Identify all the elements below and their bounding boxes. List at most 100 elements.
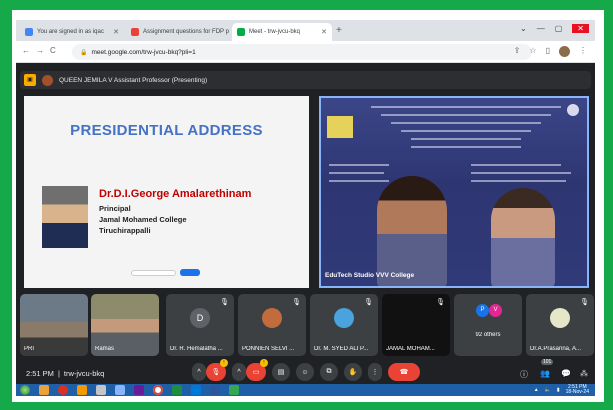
participant-name: Dr. R. Hemalatha ... xyxy=(170,346,223,352)
present-icon[interactable]: ▣ xyxy=(24,74,36,86)
participant-tile[interactable]: 🎙 Dr. M. SYED ALI P... xyxy=(310,294,378,356)
participant-name: Dr. M. SYED ALI P... xyxy=(314,346,369,352)
volume-icon[interactable]: 🔈 xyxy=(545,387,551,393)
weather-icon[interactable] xyxy=(115,385,125,395)
calculator-icon[interactable] xyxy=(96,385,106,395)
brochure-line xyxy=(381,114,551,116)
close-icon[interactable]: ✕ xyxy=(113,28,119,36)
window-close-icon[interactable]: ✕ xyxy=(572,24,589,33)
chat-icon[interactable]: 💬 xyxy=(561,369,571,378)
mic-toggle-button[interactable]: 🎙 ! xyxy=(206,359,228,381)
explorer-icon[interactable] xyxy=(39,385,49,395)
participant-tile[interactable]: 🎙 D Dr. R. Hemalatha ... xyxy=(166,294,234,356)
opera-icon[interactable] xyxy=(58,385,68,395)
new-tab-button[interactable]: + xyxy=(336,25,342,36)
camera-toggle-button[interactable]: ▭ ! xyxy=(246,359,268,381)
forward-icon[interactable]: → xyxy=(36,46,44,55)
mic-off-icon: 🎙 xyxy=(436,299,445,306)
browser-tab-bar: You are signed in as iqac ✕ Assignment q… xyxy=(16,20,595,41)
warning-badge: ! xyxy=(220,359,228,367)
tab-signed-in[interactable]: You are signed in as iqac ✕ xyxy=(20,23,124,41)
participant-tile[interactable]: 🎙 JAMAL MOHAM... xyxy=(382,294,450,356)
tab-meet[interactable]: Meet - trw-jvcu-bkq ✕ xyxy=(232,23,332,41)
taskbar-clock[interactable]: 2:51 PM 18-Nov-24 xyxy=(566,385,589,395)
tab-label: You are signed in as iqac xyxy=(37,29,104,35)
brochure-line xyxy=(471,172,571,174)
bookmark-star-icon[interactable]: ☆ xyxy=(529,46,536,57)
tray-arrow-icon[interactable]: ▲ xyxy=(534,387,539,393)
meeting-code: trw-jvcu-bkq xyxy=(63,369,105,378)
sidepanel-icon[interactable]: ▯ xyxy=(546,46,550,57)
college-seal-icon xyxy=(327,116,353,138)
window-controls: ⌄ — ▢ ✕ xyxy=(520,24,589,33)
chrome-icon[interactable] xyxy=(153,385,163,395)
camera-label: EduTech Studio VVV College xyxy=(325,272,415,279)
back-icon[interactable]: ← xyxy=(22,46,30,55)
word-icon[interactable] xyxy=(210,385,220,395)
reload-icon[interactable]: C xyxy=(50,46,56,55)
close-icon[interactable]: ✕ xyxy=(321,28,327,36)
brochure-line xyxy=(329,172,384,174)
chevron-down-icon[interactable]: ⌄ xyxy=(520,24,527,33)
mic-options-button[interactable]: ^ xyxy=(192,363,206,381)
emoji-button[interactable]: ☺ xyxy=(296,363,314,381)
mic-off-icon: 🎙 xyxy=(292,299,301,306)
start-button[interactable] xyxy=(20,385,30,395)
participant-count-badge: 101 xyxy=(541,359,554,365)
screen: You are signed in as iqac ✕ Assignment q… xyxy=(16,20,595,396)
presentation-slide: PRESIDENTIAL ADDRESS Dr.D.I.George Amala… xyxy=(24,96,309,288)
speaker-role: Principal xyxy=(99,204,131,213)
meeting-time: 2:51 PM xyxy=(26,369,54,378)
leave-call-button[interactable]: ☎ xyxy=(388,363,420,381)
address-bar-row: ← → C 🔒 meet.google.com/trw-jvcu-bkq?pli… xyxy=(16,41,595,63)
minimize-icon[interactable]: — xyxy=(537,24,545,33)
gmail-icon xyxy=(131,28,139,36)
more-options-button[interactable]: ⋮ xyxy=(368,363,382,381)
participant-avatar: V xyxy=(489,304,502,317)
edge-icon[interactable] xyxy=(191,385,201,395)
people-icon[interactable]: 👥 xyxy=(540,369,550,378)
info-icon[interactable]: ⓘ xyxy=(520,369,528,380)
menu-kebab-icon[interactable]: ⋮ xyxy=(579,46,587,57)
mic-off-icon: 🎙 xyxy=(211,369,221,376)
slide-title: PRESIDENTIAL ADDRESS xyxy=(70,122,263,139)
others-tile[interactable]: P V 92 others xyxy=(454,294,522,356)
participant-name: PRI xyxy=(24,346,35,352)
others-count: 92 others xyxy=(475,332,501,338)
url-text: meet.google.com/trw-jvcu-bkq?pli=1 xyxy=(91,48,196,56)
profile-avatar[interactable] xyxy=(559,46,570,57)
warning-badge: ! xyxy=(260,359,268,367)
separator: | xyxy=(57,369,60,378)
network-icon[interactable]: ▮ xyxy=(557,387,560,393)
participant-tile[interactable]: Ramas xyxy=(91,294,159,356)
others-avatars: P V xyxy=(476,304,502,317)
media-icon[interactable] xyxy=(77,385,87,395)
tab-assignment[interactable]: Assignment questions for FDP p ✕ xyxy=(126,23,230,41)
raise-hand-button[interactable]: ✋ xyxy=(344,363,362,381)
participant-tile[interactable]: 🎙 PONNIEN SELVI ... xyxy=(238,294,306,356)
speaker-camera-tile[interactable]: EduTech Studio VVV College xyxy=(319,96,589,288)
speaker-photo xyxy=(42,186,88,248)
premiere-icon[interactable] xyxy=(134,385,144,395)
url-input[interactable]: 🔒 meet.google.com/trw-jvcu-bkq?pli=1 xyxy=(72,44,532,60)
brochure-line xyxy=(411,138,521,140)
brochure-line xyxy=(329,164,389,166)
meet-app-icon[interactable] xyxy=(229,385,239,395)
mic-off-icon: 🎙 xyxy=(364,299,373,306)
slide-button-pill xyxy=(180,269,200,276)
maximize-icon[interactable]: ▢ xyxy=(555,24,563,33)
camera-options-button[interactable]: ^ xyxy=(232,363,246,381)
tab-label: Assignment questions for FDP p xyxy=(143,29,229,35)
activities-icon[interactable]: ⁂ xyxy=(580,369,588,378)
share-icon[interactable]: ⇪ xyxy=(514,46,521,57)
participant-avatar: P xyxy=(476,304,489,317)
chevron-up-icon: ^ xyxy=(237,368,241,376)
excel-icon[interactable] xyxy=(172,385,182,395)
participant-tile[interactable]: PRI xyxy=(20,294,88,356)
participant-avatar: D xyxy=(190,308,210,328)
slide-url-pill xyxy=(131,270,176,276)
participant-tile[interactable]: 🎙 Dr.A.Prasanna, A... xyxy=(526,294,594,356)
captions-button[interactable]: ▤ xyxy=(272,363,290,381)
present-button[interactable]: ⧉ xyxy=(320,363,338,381)
system-tray: ▲ 🔈 ▮ 2:51 PM 18-Nov-24 xyxy=(534,384,589,396)
